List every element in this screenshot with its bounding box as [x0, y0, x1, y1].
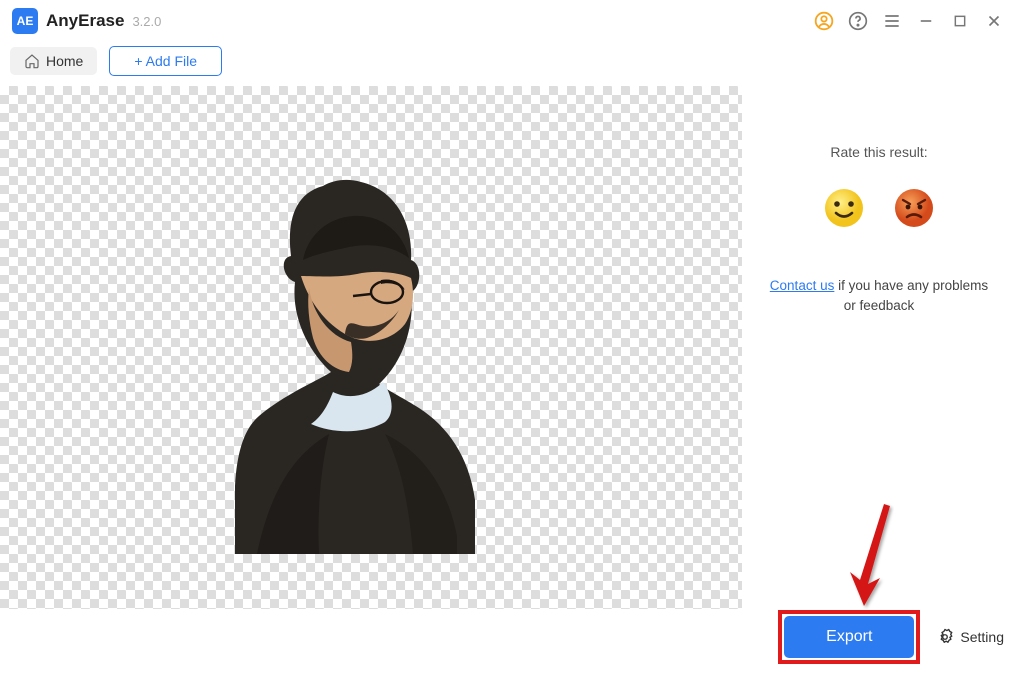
app-logo-icon: AE [12, 8, 38, 34]
app-version: 3.2.0 [132, 14, 161, 29]
setting-label: Setting [960, 629, 1004, 645]
gear-icon [936, 628, 954, 646]
window-controls [814, 11, 1004, 31]
close-icon[interactable] [984, 11, 1004, 31]
home-button[interactable]: Home [10, 47, 97, 75]
home-icon [24, 53, 40, 69]
emoji-row [762, 188, 996, 228]
user-icon[interactable] [814, 11, 834, 31]
content: Rate this result: Contact us if you have… [0, 86, 1016, 668]
bottom-bar: Export Setting [778, 610, 1004, 664]
angry-emoji-icon[interactable] [894, 188, 934, 228]
home-label: Home [46, 53, 83, 69]
minimize-icon[interactable] [916, 11, 936, 31]
feedback-suffix: if you have any problems or feedback [834, 278, 988, 313]
export-highlight: Export [778, 610, 920, 664]
title-left: AE AnyErase 3.2.0 [12, 8, 161, 34]
titlebar: AE AnyErase 3.2.0 [0, 0, 1016, 42]
canvas-area[interactable] [0, 86, 742, 609]
toolbar: Home + Add File [0, 42, 1016, 86]
rate-label: Rate this result: [762, 144, 996, 160]
feedback-text: Contact us if you have any problems or f… [762, 276, 996, 317]
subject-image [233, 166, 477, 556]
sidebar: Rate this result: Contact us if you have… [742, 86, 1016, 668]
maximize-icon[interactable] [950, 11, 970, 31]
help-icon[interactable] [848, 11, 868, 31]
add-file-button[interactable]: + Add File [109, 46, 222, 76]
happy-emoji-icon[interactable] [824, 188, 864, 228]
setting-button[interactable]: Setting [936, 628, 1004, 646]
export-button[interactable]: Export [784, 616, 914, 658]
app-name: AnyErase [46, 11, 124, 31]
contact-us-link[interactable]: Contact us [770, 278, 835, 293]
menu-icon[interactable] [882, 11, 902, 31]
